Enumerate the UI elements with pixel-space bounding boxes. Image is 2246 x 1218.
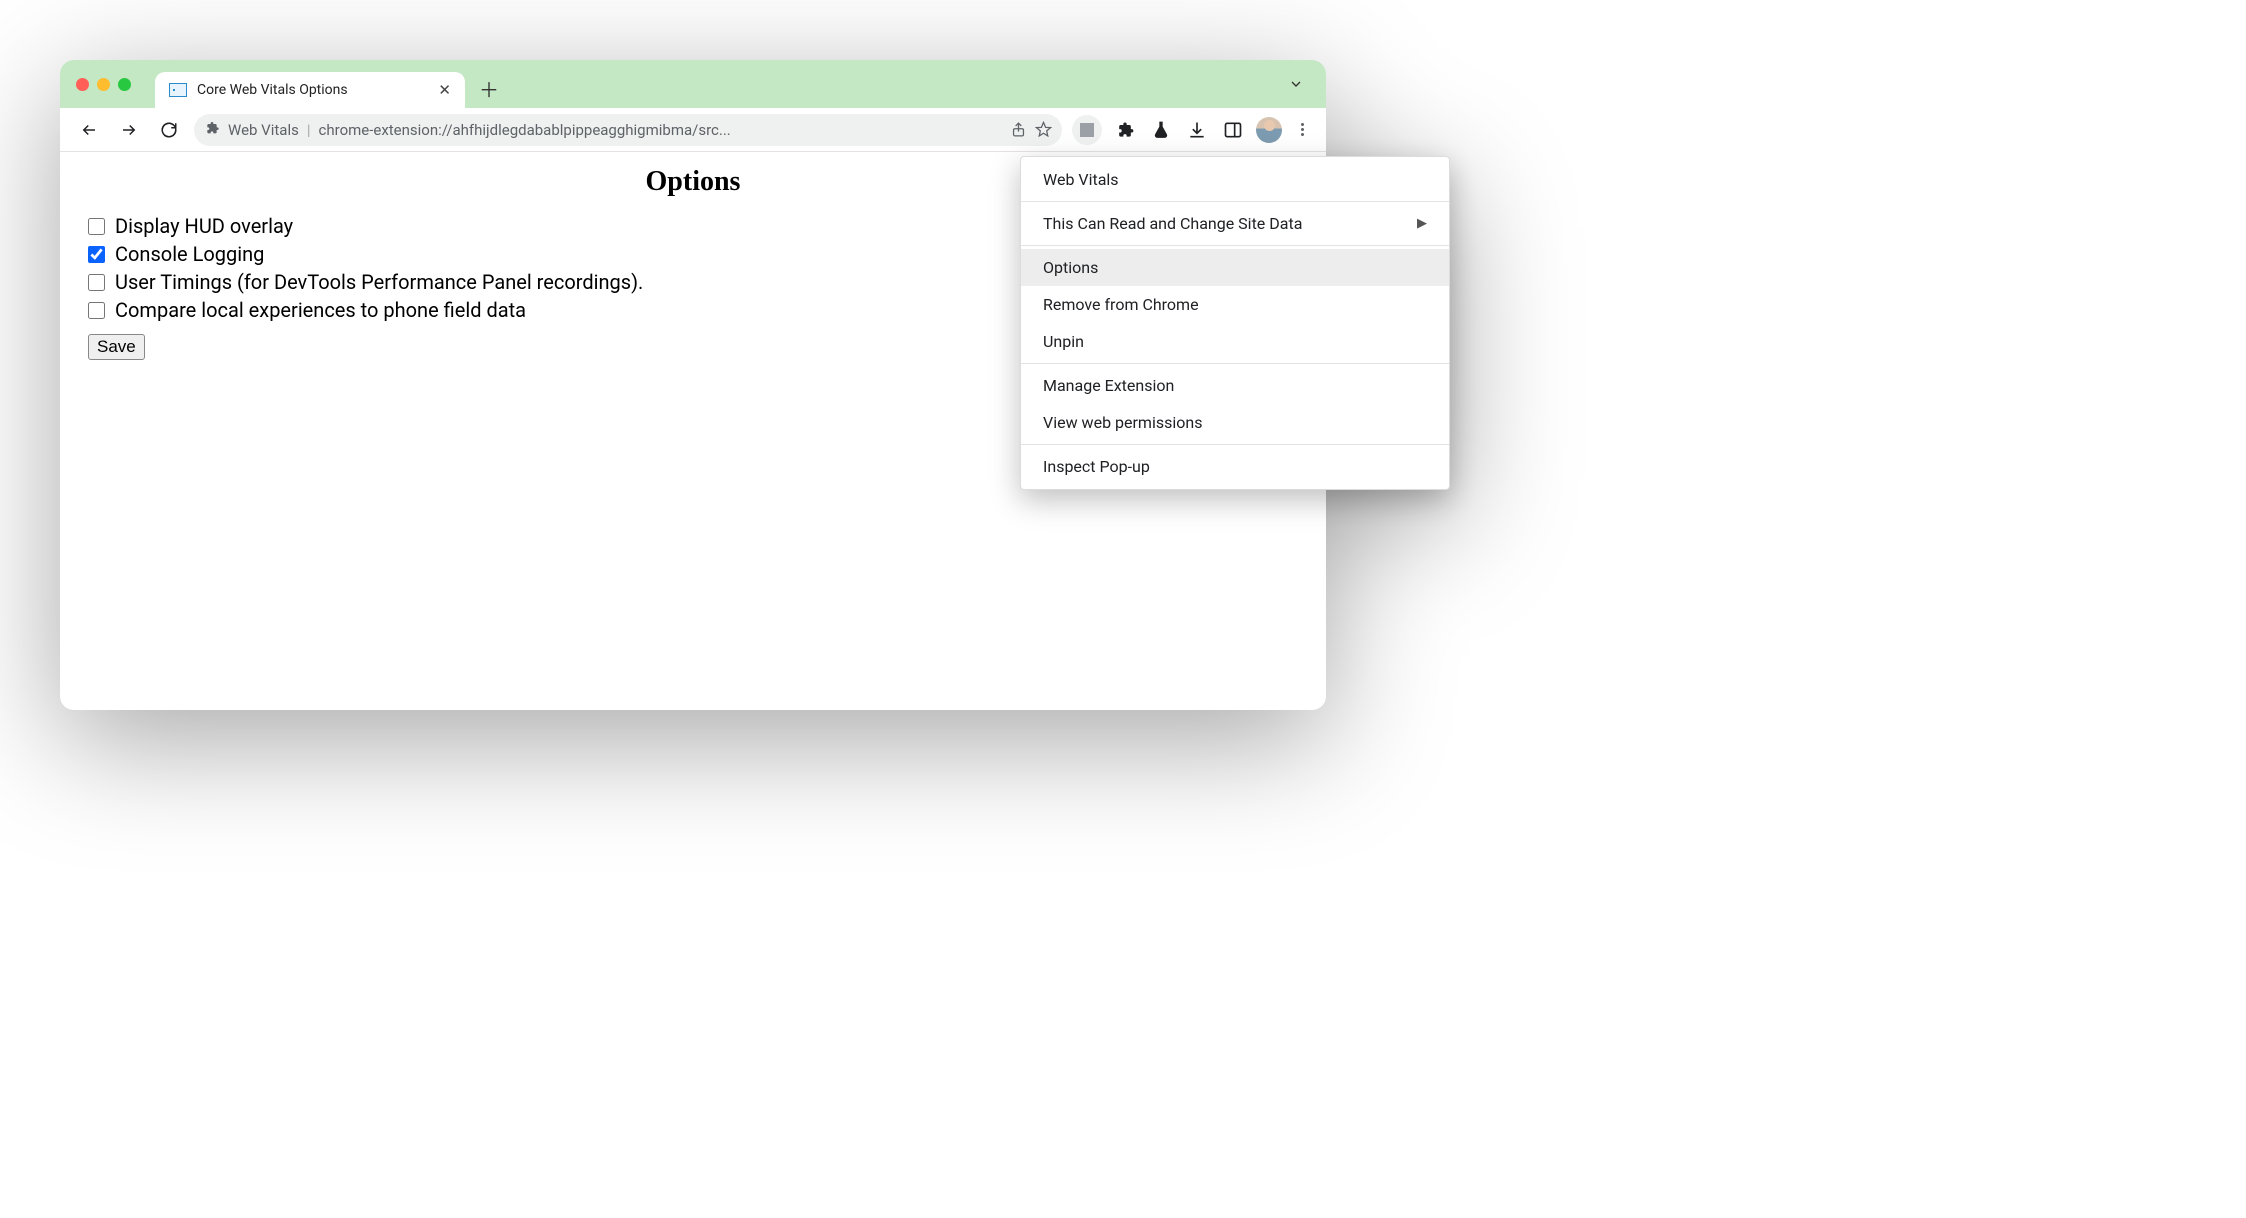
context-menu-manage-label: Manage Extension xyxy=(1043,376,1174,395)
address-bar[interactable]: Web Vitals | chrome-extension://ahfhijdl… xyxy=(194,114,1062,146)
extensions-puzzle-icon[interactable] xyxy=(1112,117,1138,143)
option-checkbox[interactable] xyxy=(88,218,105,235)
downloads-icon[interactable] xyxy=(1184,117,1210,143)
toolbar-right-icons xyxy=(1072,115,1312,145)
option-checkbox[interactable] xyxy=(88,274,105,291)
active-extension-button[interactable] xyxy=(1072,115,1102,145)
tabs-dropdown-button[interactable] xyxy=(1282,70,1310,98)
tab-close-icon[interactable]: ✕ xyxy=(438,81,451,99)
tab-favicon-icon xyxy=(169,83,187,97)
tab-title: Core Web Vitals Options xyxy=(197,82,428,98)
option-checkbox[interactable] xyxy=(88,246,105,263)
extension-placeholder-icon xyxy=(1080,123,1094,137)
context-menu-header-label: Web Vitals xyxy=(1043,170,1119,189)
option-label: Display HUD overlay xyxy=(115,214,293,238)
option-label: Compare local experiences to phone field… xyxy=(115,298,526,322)
context-menu-header: Web Vitals xyxy=(1021,161,1449,198)
chrome-menu-button[interactable] xyxy=(1292,123,1312,136)
tab-strip: Core Web Vitals Options ✕ ＋ xyxy=(60,60,1326,108)
window-minimize-button[interactable] xyxy=(97,78,110,91)
extension-context-menu: Web Vitals This Can Read and Change Site… xyxy=(1020,156,1450,490)
profile-avatar[interactable] xyxy=(1256,117,1282,143)
context-menu-options[interactable]: Options xyxy=(1021,249,1449,286)
submenu-arrow-icon: ▶ xyxy=(1417,216,1427,231)
context-menu-inspect-label: Inspect Pop-up xyxy=(1043,457,1150,476)
context-menu-separator xyxy=(1021,245,1449,246)
context-menu-remove[interactable]: Remove from Chrome xyxy=(1021,286,1449,323)
window-close-button[interactable] xyxy=(76,78,89,91)
window-controls xyxy=(70,78,145,91)
context-menu-site-data[interactable]: This Can Read and Change Site Data ▶ xyxy=(1021,205,1449,242)
context-menu-separator xyxy=(1021,444,1449,445)
toolbar: Web Vitals | chrome-extension://ahfhijdl… xyxy=(60,108,1326,152)
nav-forward-button[interactable] xyxy=(114,115,144,145)
address-divider: | xyxy=(307,121,311,139)
save-button[interactable]: Save xyxy=(88,334,145,360)
context-menu-remove-label: Remove from Chrome xyxy=(1043,295,1199,314)
bookmark-star-icon[interactable] xyxy=(1035,121,1052,138)
context-menu-options-label: Options xyxy=(1043,258,1098,277)
side-panel-icon[interactable] xyxy=(1220,117,1246,143)
option-label: Console Logging xyxy=(115,242,264,266)
context-menu-unpin[interactable]: Unpin xyxy=(1021,323,1449,360)
window-maximize-button[interactable] xyxy=(118,78,131,91)
nav-back-button[interactable] xyxy=(74,115,104,145)
context-menu-view-perms[interactable]: View web permissions xyxy=(1021,404,1449,441)
context-menu-manage[interactable]: Manage Extension xyxy=(1021,367,1449,404)
option-label: User Timings (for DevTools Performance P… xyxy=(115,270,643,294)
address-url: chrome-extension://ahfhijdlegdabablpippe… xyxy=(319,121,1002,139)
context-menu-unpin-label: Unpin xyxy=(1043,332,1084,351)
context-menu-inspect[interactable]: Inspect Pop-up xyxy=(1021,448,1449,485)
nav-reload-button[interactable] xyxy=(154,115,184,145)
labs-flask-icon[interactable] xyxy=(1148,117,1174,143)
share-icon[interactable] xyxy=(1010,121,1027,138)
new-tab-button[interactable]: ＋ xyxy=(475,74,503,102)
context-menu-separator xyxy=(1021,363,1449,364)
option-checkbox[interactable] xyxy=(88,302,105,319)
address-extension-name: Web Vitals xyxy=(228,121,299,139)
context-menu-view-perms-label: View web permissions xyxy=(1043,413,1202,432)
context-menu-site-data-label: This Can Read and Change Site Data xyxy=(1043,214,1302,233)
tab-active[interactable]: Core Web Vitals Options ✕ xyxy=(155,72,465,108)
extension-origin-icon xyxy=(204,120,220,140)
context-menu-separator xyxy=(1021,201,1449,202)
